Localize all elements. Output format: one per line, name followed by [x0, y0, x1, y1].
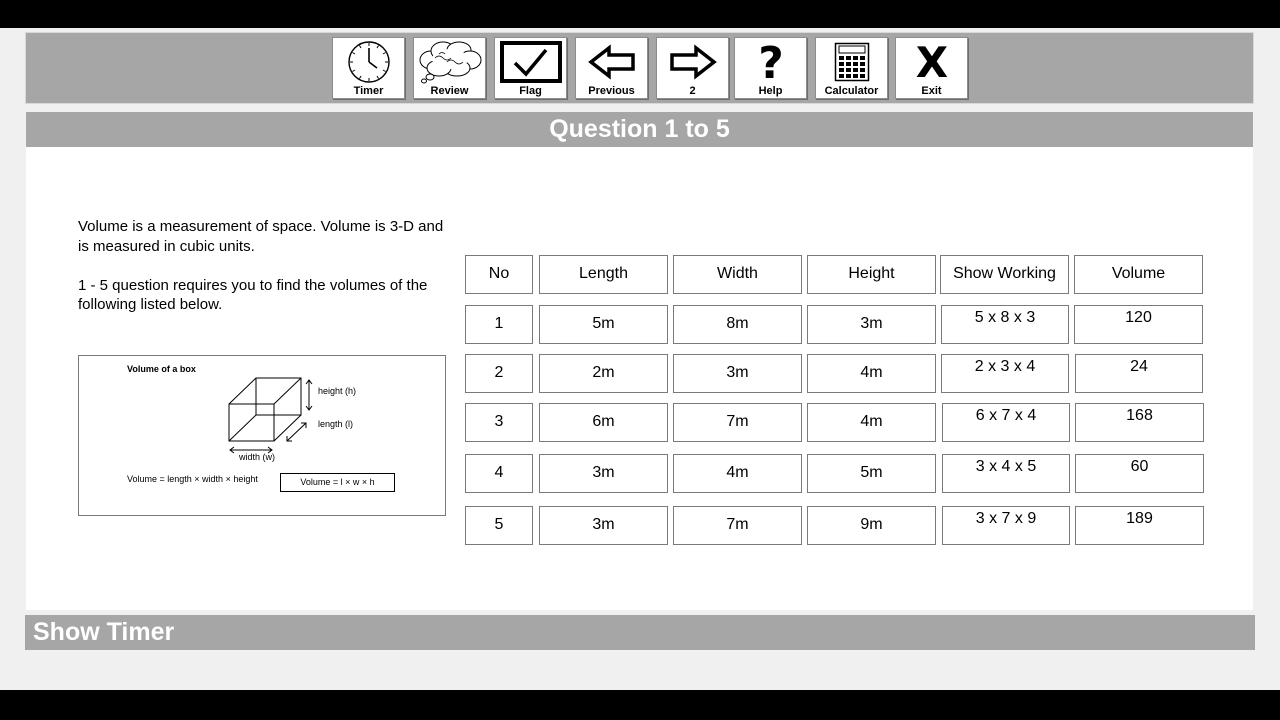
header-length: Length	[539, 255, 668, 294]
row-1-length: 5m	[539, 305, 668, 344]
row-5-no: 5	[465, 506, 533, 545]
length-label: length (l)	[318, 419, 354, 429]
row-5-volume-input[interactable]: 189	[1075, 506, 1204, 545]
show-timer-bar[interactable]: Show Timer	[25, 615, 1255, 650]
timer-button-label: Timer	[353, 85, 384, 97]
row-3-height: 4m	[807, 403, 936, 442]
app-window: Timer Review Flag Previous 2 ? Help Calc…	[0, 28, 1280, 690]
row-2-no: 2	[465, 354, 533, 393]
question-panel: Volume is a measurement of space. Volume…	[26, 147, 1253, 610]
exit-button-label: Exit	[921, 85, 942, 97]
row-5-length: 3m	[539, 506, 668, 545]
row-1-no: 1	[465, 305, 533, 344]
question-header: Question 1 to 5	[26, 112, 1253, 147]
row-1-width: 8m	[673, 305, 802, 344]
instructions-paragraph-2: 1 - 5 question requires you to find the …	[78, 276, 428, 314]
row-2-volume-input[interactable]: 24	[1075, 354, 1203, 393]
review-button[interactable]: Review	[413, 37, 486, 99]
row-2-height: 4m	[807, 354, 936, 393]
row-2-width: 3m	[673, 354, 802, 393]
calculator-button-label: Calculator	[824, 85, 879, 97]
row-3-length: 6m	[539, 403, 668, 442]
instructions: Volume is a measurement of space. Volume…	[78, 217, 446, 334]
row-2-length: 2m	[539, 354, 668, 393]
header-height: Height	[807, 255, 936, 294]
row-5-width: 7m	[673, 506, 802, 545]
review-button-label: Review	[430, 85, 469, 97]
header-no: No	[465, 255, 533, 294]
toolbar: Timer Review Flag Previous 2 ? Help Calc…	[25, 32, 1254, 104]
calculator-button[interactable]: Calculator	[815, 37, 888, 99]
flag-button[interactable]: Flag	[494, 37, 567, 99]
flag-button-label: Flag	[519, 85, 542, 97]
volume-diagram: Volume of a box height (h) length (l) wi…	[78, 355, 446, 516]
diagram-title: Volume of a box	[127, 364, 196, 374]
next-button[interactable]: 2	[656, 37, 729, 99]
row-4-height: 5m	[807, 454, 936, 493]
help-button-label: Help	[758, 85, 783, 97]
row-1-height: 3m	[807, 305, 936, 344]
calculator-icon	[834, 42, 869, 81]
svg-text:X: X	[915, 41, 947, 83]
previous-button[interactable]: Previous	[575, 37, 648, 99]
formula-text: Volume = length × width × height	[127, 474, 258, 484]
row-4-width: 4m	[673, 454, 802, 493]
row-2-working-input[interactable]: 2 x 3 x 4	[941, 354, 1069, 393]
row-4-working-input[interactable]: 3 x 4 x 5	[942, 454, 1070, 493]
clock-icon	[347, 40, 390, 83]
instructions-paragraph-1: Volume is a measurement of space. Volume…	[78, 218, 444, 255]
formula-box: Volume = l × w × h	[280, 473, 395, 492]
arrow-right-icon	[669, 43, 717, 80]
row-3-volume-input[interactable]: 168	[1075, 403, 1204, 442]
help-button[interactable]: ? Help	[734, 37, 807, 99]
exit-button[interactable]: X Exit	[895, 37, 968, 99]
width-label: width (w)	[239, 452, 276, 462]
arrow-left-icon	[587, 43, 635, 80]
timer-button[interactable]: Timer	[332, 37, 405, 99]
show-timer-label: Show Timer	[33, 618, 175, 646]
row-3-width: 7m	[673, 403, 802, 442]
previous-button-label: Previous	[588, 85, 635, 97]
row-3-working-input[interactable]: 6 x 7 x 4	[942, 403, 1070, 442]
row-5-height: 9m	[807, 506, 936, 545]
row-1-volume-input[interactable]: 120	[1074, 305, 1203, 344]
header-show-working: Show Working	[940, 255, 1069, 294]
row-4-volume-input[interactable]: 60	[1075, 454, 1204, 493]
question-mark-icon: ?	[758, 40, 784, 84]
header-width: Width	[673, 255, 802, 294]
height-label: height (h)	[318, 386, 357, 396]
svg-text:?: ?	[758, 40, 784, 84]
header-volume: Volume	[1074, 255, 1203, 294]
checkmark-icon	[499, 40, 562, 83]
row-4-no: 4	[465, 454, 533, 493]
row-1-working-input[interactable]: 5 x 8 x 3	[941, 305, 1069, 344]
row-4-length: 3m	[539, 454, 668, 493]
next-button-label: 2	[689, 85, 696, 97]
thought-cloud-icon	[419, 41, 481, 83]
question-title: Question 1 to 5	[549, 115, 730, 143]
x-icon: X	[915, 41, 947, 83]
row-3-no: 3	[465, 403, 533, 442]
row-5-working-input[interactable]: 3 x 7 x 9	[942, 506, 1070, 545]
